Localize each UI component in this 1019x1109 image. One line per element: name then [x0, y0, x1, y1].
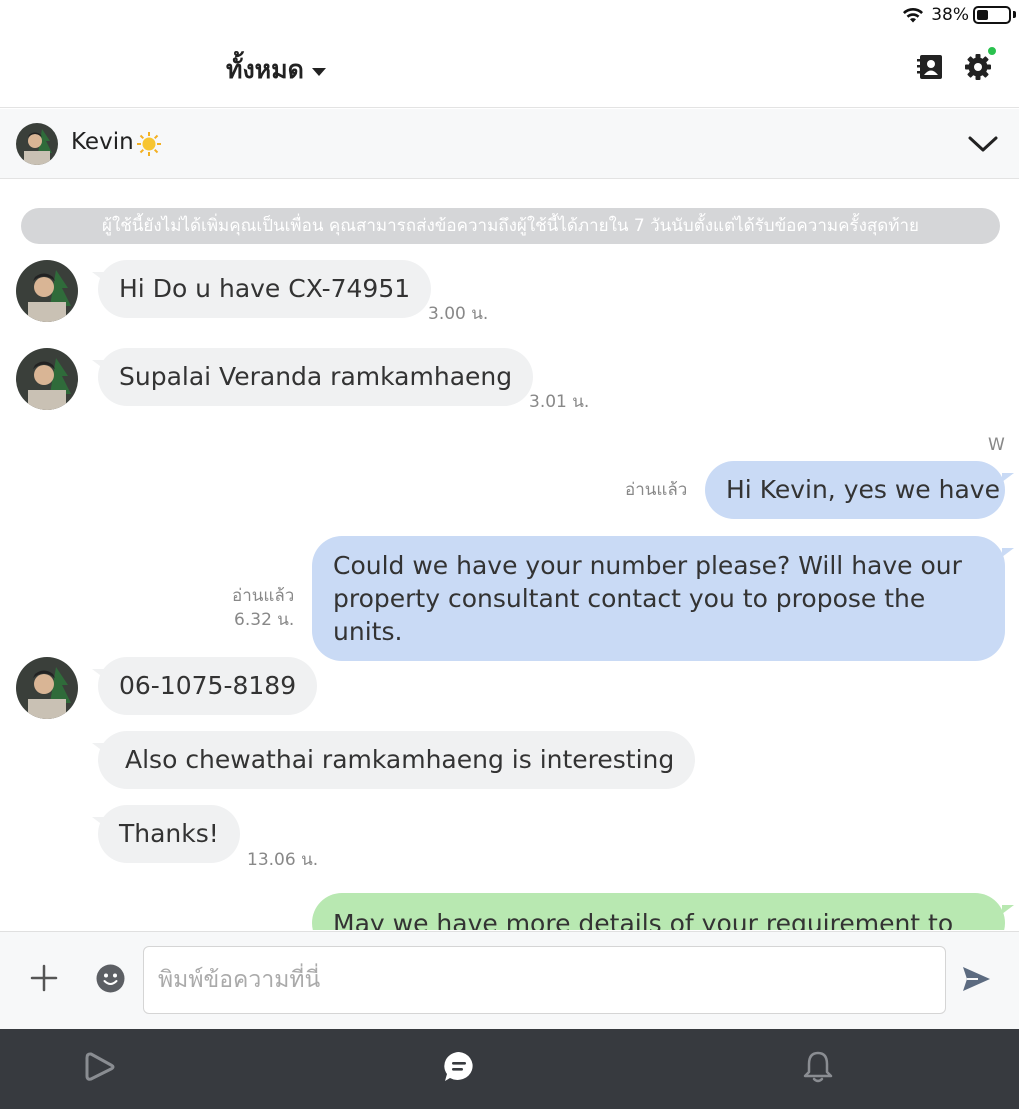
- chat-area[interactable]: ผู้ใช้นี้ยังไม่ได้เพิ่มคุณเป็นเพื่อน คุณ…: [0, 180, 1019, 930]
- read-label: อ่านแล้ว: [232, 586, 295, 606]
- sender-tag: W: [988, 435, 1005, 455]
- message-bubble[interactable]: Also chewathai ramkamhaeng is interestin…: [98, 731, 696, 789]
- message-time: 3.00 น.: [428, 304, 489, 324]
- bottom-navigation: [0, 1029, 1019, 1109]
- message-input[interactable]: [143, 946, 946, 1014]
- chat-filter-dropdown[interactable]: ทั้งหมด: [226, 50, 326, 90]
- chat-bubble-icon[interactable]: [441, 1049, 477, 1085]
- status-bar: 38%: [0, 0, 1019, 30]
- message-input-bar: [0, 931, 1019, 1029]
- emoji-icon[interactable]: [95, 963, 126, 994]
- bell-icon[interactable]: [800, 1049, 836, 1085]
- bubble-tail: [1002, 905, 1014, 914]
- notification-dot: [987, 46, 997, 56]
- gear-icon: [965, 54, 991, 80]
- caret-down-icon: [311, 67, 326, 76]
- avatar[interactable]: [16, 260, 78, 322]
- message-line: property consultant contact you to propo…: [333, 584, 926, 646]
- battery-tip: [1013, 11, 1016, 18]
- avatar[interactable]: [16, 348, 78, 410]
- chevron-down-icon[interactable]: [967, 131, 999, 157]
- contact-name: Kevin: [71, 129, 134, 155]
- battery-icon: [973, 6, 1011, 24]
- contact-bar[interactable]: Kevin: [0, 109, 1019, 179]
- battery-level: [977, 10, 989, 20]
- read-receipt: อ่านแล้ว 6.32 น.: [232, 584, 294, 632]
- wifi-icon: [903, 7, 923, 23]
- message-bubble[interactable]: Could we have your number please? Will h…: [312, 536, 1005, 661]
- message-time: 6.32 น.: [234, 610, 295, 630]
- contacts-book-icon: [917, 55, 942, 79]
- bubble-tail: [1002, 548, 1014, 557]
- header: ทั้งหมด: [0, 30, 1019, 108]
- message-bubble[interactable]: Supalai Veranda ramkamhaeng: [98, 348, 534, 406]
- header-title: ทั้งหมด: [226, 55, 304, 84]
- message-time: 13.06 น.: [247, 850, 319, 870]
- message-bubble[interactable]: Hi Do u have CX-74951: [98, 260, 432, 318]
- bubble-tail: [1002, 473, 1014, 482]
- settings-button[interactable]: [963, 46, 997, 82]
- plus-icon[interactable]: [28, 962, 60, 994]
- avatar[interactable]: [16, 657, 78, 719]
- message-bubble[interactable]: Thanks!: [98, 805, 240, 863]
- message-time: 3.01 น.: [529, 392, 590, 412]
- battery-percent: 38%: [931, 5, 969, 25]
- message-bubble[interactable]: May we have more details of your require…: [312, 893, 1005, 930]
- send-icon[interactable]: [960, 963, 992, 995]
- read-receipt: อ่านแล้ว: [625, 480, 688, 500]
- friend-notice-banner: ผู้ใช้นี้ยังไม่ได้เพิ่มคุณเป็นเพื่อน คุณ…: [21, 208, 1000, 244]
- message-bubble[interactable]: Hi Kevin, yes we have: [705, 461, 1005, 519]
- contact-avatar: [16, 123, 58, 165]
- sun-icon: [137, 132, 161, 156]
- timeline-play-icon[interactable]: [82, 1049, 118, 1085]
- line-chat-screen: 38% ทั้งหมด Kevin ผู้ใช้นี้ยังไม่ได้เพิ่…: [0, 0, 1019, 1109]
- message-bubble[interactable]: 06-1075-8189: [98, 657, 318, 715]
- message-line: Could we have your number please? Will h…: [333, 551, 962, 580]
- contacts-button[interactable]: [915, 52, 945, 82]
